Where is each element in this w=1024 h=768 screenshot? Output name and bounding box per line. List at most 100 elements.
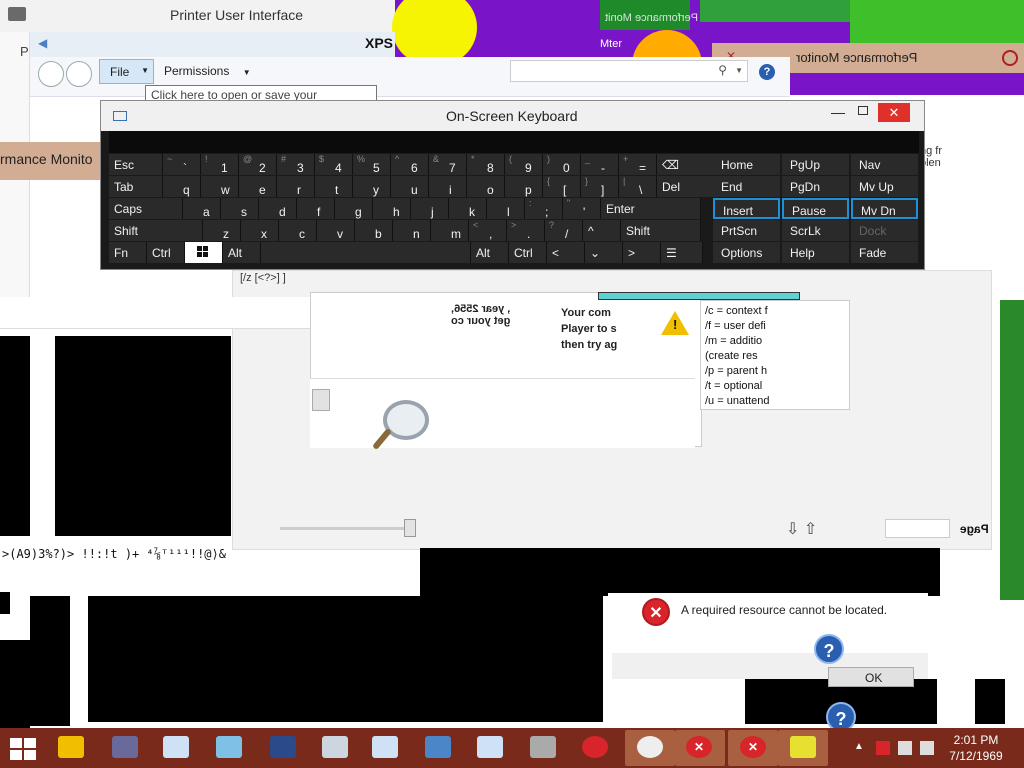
page-down-icon[interactable]: ⇩	[786, 521, 799, 538]
osk-key-options[interactable]: Options	[713, 242, 780, 263]
osk-key-alt[interactable]: Alt	[223, 242, 261, 263]
osk-key-mv-up[interactable]: Mv Up	[851, 176, 918, 197]
osk-key-x[interactable]: x	[241, 220, 279, 241]
osk-key-mv-dn[interactable]: Mv Dn	[851, 198, 918, 219]
osk-key-][interactable]: }]	[581, 176, 619, 197]
osk-key-windows[interactable]	[185, 242, 223, 263]
window-icon[interactable]	[477, 736, 503, 758]
osk-key-p[interactable]: p	[505, 176, 543, 197]
search-input[interactable]: ⚲ ▼	[510, 60, 748, 82]
osk-key-pgup[interactable]: PgUp	[782, 154, 849, 175]
record-icon[interactable]	[582, 736, 608, 758]
search-icon[interactable]: ⚲	[718, 63, 727, 77]
osk-key-help[interactable]: Help	[782, 242, 849, 263]
osk-key-5[interactable]: % 5	[353, 154, 391, 175]
back-button[interactable]	[38, 61, 64, 87]
users-icon[interactable]	[112, 736, 138, 758]
osk-key-<[interactable]: <	[547, 242, 585, 263]
osk-key-c[interactable]: c	[279, 220, 317, 241]
page-thumbnail[interactable]	[312, 389, 330, 411]
osk-key-6[interactable]: ^ 6	[391, 154, 429, 175]
start-button[interactable]	[10, 738, 38, 762]
osk-key-8[interactable]: * 8	[467, 154, 505, 175]
osk-key-prtscn[interactable]: PrtScn	[713, 220, 780, 241]
osk-key-t[interactable]: t	[315, 176, 353, 197]
flag-icon[interactable]	[876, 741, 890, 755]
osk-key-end[interactable]: End	[713, 176, 780, 197]
osk-key-y[interactable]: y	[353, 176, 391, 197]
osk-key-o[interactable]: o	[467, 176, 505, 197]
osk-key-h[interactable]: h	[373, 198, 411, 219]
osk-key-[[interactable]: {[	[543, 176, 581, 197]
osk-key-shift[interactable]: Shift	[621, 220, 701, 241]
osk-key-s[interactable]: s	[221, 198, 259, 219]
osk-key-enter[interactable]: Enter	[601, 198, 701, 219]
page-number-input[interactable]	[885, 519, 950, 538]
osk-key-9[interactable]: (9	[505, 154, 543, 175]
osk-key-1[interactable]: ! 1	[201, 154, 239, 175]
osk-key-pause[interactable]: Pause	[782, 198, 849, 219]
osk-key-l[interactable]: l	[487, 198, 525, 219]
back-arrow-icon[interactable]: ◀	[38, 36, 47, 50]
osk-key-n[interactable]: n	[393, 220, 431, 241]
osk-key-a[interactable]: a	[183, 198, 221, 219]
key-icon[interactable]	[790, 736, 816, 758]
osk-key-ctrl[interactable]: Ctrl	[509, 242, 547, 263]
gauge-icon[interactable]	[637, 736, 663, 758]
osk-key-g[interactable]: g	[335, 198, 373, 219]
error-icon[interactable]: ✕	[740, 736, 766, 758]
osk-key-e[interactable]: e	[239, 176, 277, 197]
osk-key-z[interactable]: z	[203, 220, 241, 241]
osk-key-7[interactable]: & 7	[429, 154, 467, 175]
osk-key-^[interactable]: ^	[583, 220, 621, 241]
osk-key-tab[interactable]: Tab	[109, 176, 163, 197]
osk-key-fade[interactable]: Fade	[851, 242, 918, 263]
chat-icon[interactable]	[58, 736, 84, 758]
osk-key-⌫[interactable]: ⌫	[657, 154, 717, 175]
chevron-down-icon[interactable]: ▼	[735, 66, 743, 75]
osk-key-b[interactable]: b	[355, 220, 393, 241]
osk-key-\[interactable]: | \	[619, 176, 657, 197]
osk-key-esc[interactable]: Esc	[109, 154, 163, 175]
minimize-button[interactable]: —	[831, 104, 845, 120]
osk-key-k[interactable]: k	[449, 198, 487, 219]
zoom-slider-thumb[interactable]	[404, 519, 416, 537]
osk-key-/[interactable]: ? /	[545, 220, 583, 241]
system-clock[interactable]: 2:01 PM 7/12/1969	[928, 732, 1024, 764]
osk-key-3[interactable]: #3	[277, 154, 315, 175]
window-icon[interactable]	[163, 736, 189, 758]
printer-icon[interactable]	[530, 736, 556, 758]
osk-key-0[interactable]: ) 0	[543, 154, 581, 175]
osk-key-=[interactable]: + =	[619, 154, 657, 175]
notebook-icon[interactable]	[216, 736, 242, 758]
osk-key-caps[interactable]: Caps	[109, 198, 183, 219]
osk-key-4[interactable]: $4	[315, 154, 353, 175]
osk-key-i[interactable]: i	[429, 176, 467, 197]
osk-key-space[interactable]	[261, 242, 471, 263]
osk-key-r[interactable]: r	[277, 176, 315, 197]
help-icon[interactable]: ?	[759, 64, 775, 80]
ok-button[interactable]: OK	[828, 667, 914, 687]
osk-key-w[interactable]: w	[201, 176, 239, 197]
computer-icon[interactable]	[425, 736, 451, 758]
osk-key-d[interactable]: d	[259, 198, 297, 219]
osk-key-dock[interactable]: Dock	[851, 220, 918, 241]
osk-key-☰[interactable]: ☰	[661, 242, 703, 263]
osk-key-q[interactable]: q	[163, 176, 201, 197]
printer-app-icon[interactable]	[322, 736, 348, 758]
osk-key-v[interactable]: v	[317, 220, 355, 241]
osk-key-f[interactable]: f	[297, 198, 335, 219]
window-icon[interactable]	[372, 736, 398, 758]
osk-key-alt[interactable]: Alt	[471, 242, 509, 263]
osk-key-del[interactable]: Del	[657, 176, 717, 197]
osk-key-`[interactable]: ~ `	[163, 154, 201, 175]
error-icon[interactable]: ✕	[686, 736, 712, 758]
file-menu-button[interactable]: File ▼	[99, 59, 154, 84]
osk-key->[interactable]: >	[623, 242, 661, 263]
osk-key-scrlk[interactable]: ScrLk	[782, 220, 849, 241]
osk-key-'[interactable]: " '	[563, 198, 601, 219]
osk-key-insert[interactable]: Insert	[713, 198, 780, 219]
osk-key-nav[interactable]: Nav	[851, 154, 918, 175]
close-button[interactable]: ✕	[878, 103, 910, 122]
osk-key-shift[interactable]: Shift	[109, 220, 203, 241]
